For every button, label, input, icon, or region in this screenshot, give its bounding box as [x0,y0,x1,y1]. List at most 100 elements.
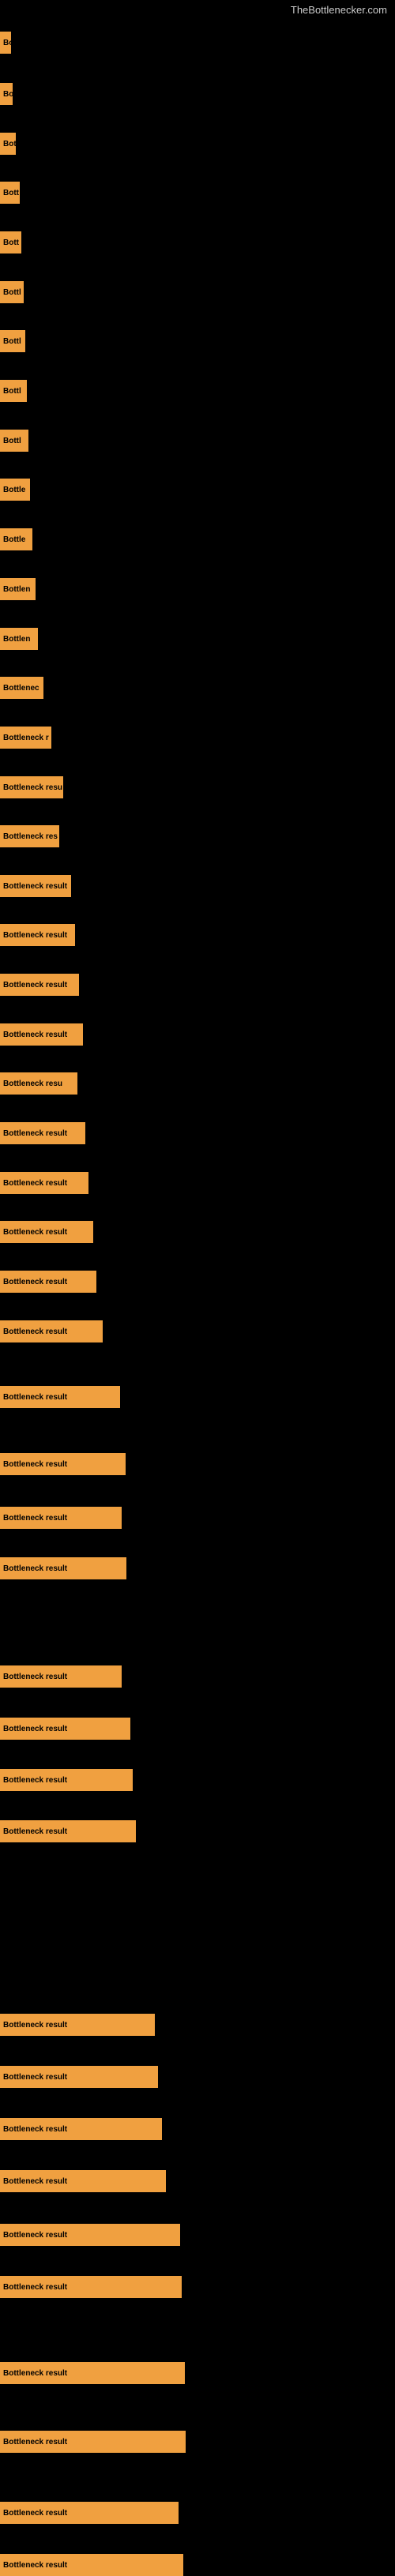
bar-item: Bottleneck result [0,1122,85,1144]
bar-row: Bottleneck result [0,2431,395,2453]
bar-row: Bottleneck r [0,727,395,749]
bar-label: Bottleneck result [3,2125,67,2134]
bar-item: Bottleneck result [0,2066,158,2088]
bar-row: Bottleneck resu [0,1072,395,1095]
bar-label: Bottleneck result [3,931,67,940]
bar-label: Bottl [3,437,21,445]
bar-label: Bottleneck result [3,1776,67,1785]
bar-label: Bottleneck result [3,882,67,891]
bar-row: Bottleneck result [0,2554,395,2576]
bar-label: Bottleneck result [3,1031,67,1039]
bar-row: Bottleneck result [0,875,395,897]
bar-row: Bottleneck result [0,2014,395,2036]
bar-label: Bottleneck result [3,2283,67,2292]
bar-row: Bottleneck result [0,2276,395,2298]
bar-row: Bottleneck result [0,2118,395,2140]
bar-item: Bottleneck result [0,2014,155,2036]
bar-label: Bottleneck resu [3,783,62,792]
bar-row: Bottleneck result [0,2224,395,2246]
site-title: TheBottlenecker.com [291,0,395,20]
bar-label: Bottleneck r [3,734,49,742]
bar-item: Bottleneck result [0,1023,83,1046]
bar-row: Bottleneck result [0,1718,395,1740]
bar-item: Bottleneck result [0,2554,183,2576]
bar-item: Bottleneck result [0,1386,120,1408]
bar-label: Bottleneck result [3,2509,67,2518]
bar-item: Bottl [0,430,28,452]
bar-row: Bottl [0,330,395,352]
bar-row: Bottleneck result [0,1557,395,1579]
bar-item: Bottleneck result [0,2170,166,2192]
bar-label: Bottl [3,387,21,396]
bar-row: Bottleneck result [0,2362,395,2384]
bar-row: Bottleneck result [0,1320,395,1342]
bar-label: Bottleneck result [3,2021,67,2030]
bar-item: Bottlenec [0,677,43,699]
bar-item: Bottleneck result [0,875,71,897]
bar-row: Bottleneck result [0,1769,395,1791]
bar-row: Bottleneck result [0,2066,395,2088]
bar-row: Bottleneck result [0,1221,395,1243]
bar-item: Bottleneck result [0,1221,93,1243]
bar-row: Bottleneck result [0,924,395,946]
bar-row: Bot [0,133,395,155]
bar-label: Bottleneck result [3,1179,67,1188]
bar-label: Bottleneck result [3,1564,67,1573]
bar-item: Bottleneck result [0,1320,103,1342]
bar-item: Bo [0,83,13,105]
bar-label: Bot [3,140,16,148]
bar-label: Bottle [3,535,25,544]
bar-item: Bottl [0,380,27,402]
bar-label: Bottleneck result [3,2073,67,2082]
bar-label: Bottleneck res [3,832,58,841]
bar-row: Bott [0,182,395,204]
bar-row: Bottl [0,430,395,452]
bar-row: Bottleneck result [0,1271,395,1293]
bar-item: Bottl [0,330,25,352]
bar-label: Bottle [3,486,25,494]
bar-label: Bottleneck result [3,1514,67,1523]
bar-item: Bottle [0,479,30,501]
bar-row: Bo [0,32,395,54]
bar-label: Bottleneck result [3,2177,67,2186]
bar-label: Bottleneck result [3,1228,67,1237]
bar-label: Bo [3,39,11,47]
bar-row: Bottleneck result [0,2502,395,2524]
bar-item: Bott [0,231,21,253]
bar-item: Bottleneck result [0,1172,88,1194]
bar-label: Bottleneck result [3,1393,67,1402]
bar-item: Bottleneck result [0,1453,126,1475]
bar-label: Bott [3,189,19,197]
bar-row: Bottleneck resu [0,776,395,798]
bar-row: Bott [0,231,395,253]
bar-row: Bottleneck result [0,1172,395,1194]
bar-row: Bottleneck result [0,2170,395,2192]
bar-item: Bottleneck result [0,924,75,946]
bar-item: Bottleneck result [0,1665,122,1688]
bar-row: Bottleneck result [0,1386,395,1408]
bar-row: Bottl [0,281,395,303]
bar-item: Bottleneck resu [0,776,63,798]
bar-row: Bottleneck result [0,1023,395,1046]
bar-item: Bottlen [0,628,38,650]
bar-row: Bottleneck result [0,1122,395,1144]
bar-item: Bottleneck r [0,727,51,749]
bar-label: Bottleneck result [3,2231,67,2240]
bar-row: Bottle [0,479,395,501]
bar-row: Bottlenec [0,677,395,699]
bar-row: Bottleneck result [0,1453,395,1475]
bar-label: Bottleneck resu [3,1080,62,1088]
bar-row: Bottlen [0,578,395,600]
bar-row: Bottleneck result [0,974,395,996]
bar-row: Bottleneck result [0,1665,395,1688]
bar-label: Bottlen [3,585,30,594]
bar-label: Bottleneck result [3,1278,67,1286]
bar-label: Bottl [3,337,21,346]
bar-item: Bottleneck result [0,2502,179,2524]
bar-label: Bottleneck result [3,981,67,989]
bar-row: Bottleneck result [0,1507,395,1529]
bar-label: Bottleneck result [3,1327,67,1336]
bar-label: Bottleneck result [3,1460,67,1469]
bar-item: Bottleneck result [0,1271,96,1293]
bar-item: Bottleneck result [0,2276,182,2298]
